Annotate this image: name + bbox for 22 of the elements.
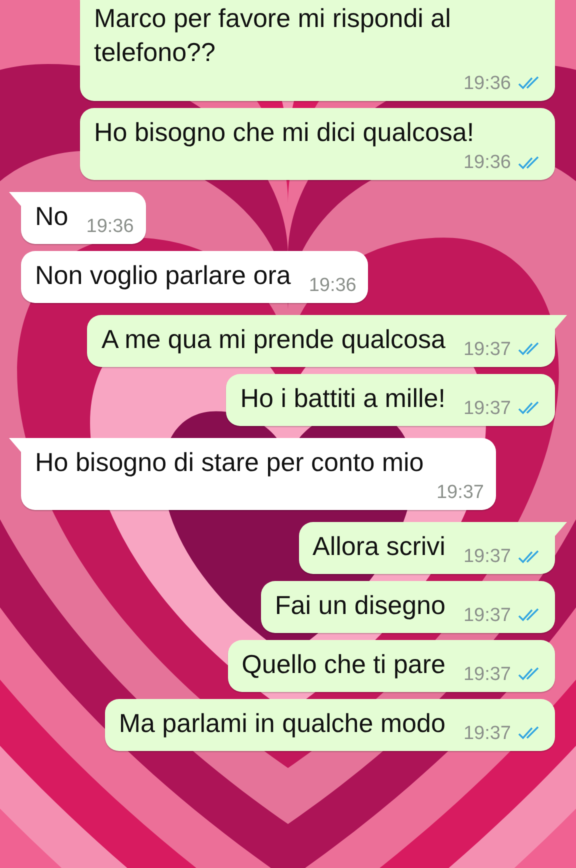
message-time: 19:37 [463, 724, 511, 743]
message-time: 19:36 [463, 74, 511, 93]
message-text: Marco per favore mi rispondi al telefono?? [94, 2, 452, 69]
message-text: Non voglio parlare ora [35, 259, 291, 292]
message-time: 19:36 [463, 153, 511, 172]
message-time: 19:37 [463, 606, 511, 625]
message-time: 19:37 [463, 664, 511, 684]
message-text: A me qua mi prende qualcosa [101, 322, 446, 356]
message-time: 19:36 [86, 217, 134, 236]
message-text: Ho i battiti a mille! [240, 382, 446, 415]
message-text: Ho bisogno di stare per conto mio [35, 446, 424, 479]
message-text: No [35, 200, 68, 234]
message-time: 19:37 [463, 547, 511, 566]
message-time: 19:37 [436, 483, 484, 502]
message-text: Ma parlami in qualche modo [118, 706, 446, 740]
message-time: 19:37 [463, 398, 511, 418]
message-text: Fai un disegno [274, 589, 446, 622]
message-text: Allora scrivi [312, 530, 446, 564]
message-text: Quello che ti pare [242, 648, 446, 681]
message-time: 19:37 [463, 340, 511, 359]
message-time: 19:36 [308, 276, 356, 295]
message-text: Ho bisogno che mi dici qualcosa! [94, 116, 474, 149]
